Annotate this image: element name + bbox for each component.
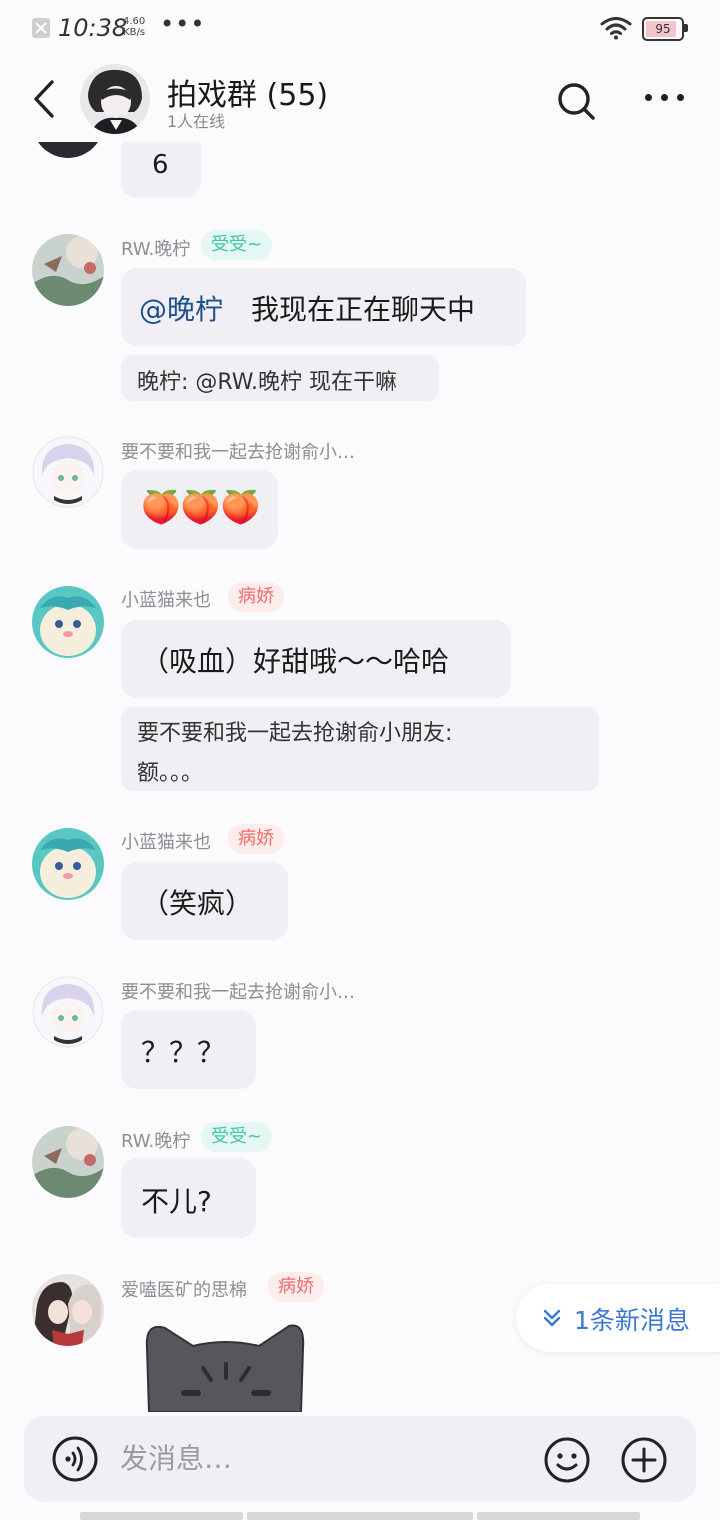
- avatar[interactable]: [32, 828, 104, 900]
- avatar[interactable]: [32, 234, 104, 306]
- message-bubble[interactable]: （吸血）好甜哦～～哈哈: [121, 620, 511, 698]
- avatar[interactable]: [32, 1274, 104, 1346]
- network-speed-unit: KB/s: [123, 27, 146, 38]
- member-title-badge: 病娇: [228, 582, 284, 612]
- sender-name: 小蓝猫来也: [121, 590, 211, 611]
- message-input-bar: [24, 1416, 696, 1502]
- cat-sticker-image[interactable]: [141, 1318, 311, 1412]
- battery-icon: 95: [642, 17, 684, 41]
- add-attachment-icon[interactable]: [620, 1436, 668, 1484]
- message-bubble[interactable]: 6: [121, 142, 201, 198]
- status-more-icon: •••: [160, 10, 206, 38]
- new-message-label: 1条新消息: [574, 1306, 690, 1335]
- message-text: （笑疯）: [141, 887, 254, 920]
- message-bubble[interactable]: （笑疯）: [121, 862, 288, 940]
- message-bubble[interactable]: 🍑🍑🍑: [121, 470, 278, 549]
- member-title-badge: 受受~: [201, 1122, 273, 1152]
- nav-bar-segment: [247, 1512, 473, 1520]
- member-title-badge: 病娇: [228, 824, 284, 854]
- group-avatar[interactable]: [80, 64, 150, 134]
- network-speed-value: 4.60: [123, 16, 146, 27]
- message-text: ？？？: [141, 1036, 226, 1069]
- mention-link[interactable]: @晚柠: [139, 288, 223, 328]
- avatar[interactable]: [32, 436, 104, 508]
- message-text: 6: [152, 150, 169, 180]
- status-time: 10:38: [58, 14, 128, 42]
- voice-input-icon[interactable]: [52, 1436, 98, 1482]
- message-bubble[interactable]: @晚柠 我现在正在聊天中: [121, 268, 526, 346]
- status-bar: 10:38 4.60 KB/s ••• 95: [0, 0, 720, 56]
- sender-name: RW.晚柠: [121, 1131, 191, 1152]
- avatar[interactable]: [32, 1126, 104, 1198]
- sender-name: 要不要和我一起去抢谢俞小…: [121, 442, 355, 463]
- nav-bar-segment: [477, 1512, 640, 1520]
- message-input[interactable]: [120, 1438, 520, 1478]
- new-message-indicator[interactable]: 1条新消息: [516, 1284, 720, 1352]
- quoted-reply[interactable]: 要不要和我一起去抢谢俞小朋友: 额。。。: [121, 707, 599, 791]
- more-options-icon[interactable]: [644, 94, 684, 104]
- message-text: 不儿?: [141, 1185, 212, 1218]
- emoji-icon[interactable]: [543, 1436, 591, 1484]
- avatar[interactable]: [32, 976, 104, 1048]
- quoted-reply-sender: 要不要和我一起去抢谢俞小朋友:: [137, 721, 453, 746]
- double-chevron-down-icon: [543, 1309, 561, 1327]
- search-icon[interactable]: [555, 80, 597, 122]
- sender-name: 小蓝猫来也: [121, 832, 211, 853]
- sender-name: 要不要和我一起去抢谢俞小…: [121, 982, 355, 1003]
- chat-header: 拍戏群 (55) 1人在线: [0, 56, 720, 142]
- message-list[interactable]: 6 RW.晚柠 受受~ @晚柠 我现在正在聊天中 晚柠: @RW.晚柠 现在干嘛…: [0, 142, 720, 1412]
- member-title-badge: 病娇: [268, 1272, 324, 1302]
- nav-bar-segment: [80, 1512, 243, 1520]
- battery-level: 95: [655, 22, 671, 36]
- message-text: （吸血）好甜哦～～哈哈: [141, 645, 450, 678]
- online-count: 1人在线: [167, 112, 226, 131]
- battery-tip: [684, 24, 688, 32]
- peach-emoji-text: 🍑🍑🍑: [141, 488, 261, 526]
- quoted-reply-text: 额。。。: [137, 761, 204, 786]
- message-text: 我现在正在聊天中: [251, 293, 476, 326]
- message-bubble[interactable]: 不儿?: [121, 1158, 256, 1238]
- sender-name: 爱嗑医矿的思棉: [121, 1280, 247, 1301]
- member-title-badge: 受受~: [201, 230, 273, 260]
- avatar[interactable]: [32, 586, 104, 658]
- network-speed: 4.60 KB/s: [123, 16, 145, 38]
- wifi-icon: [600, 17, 632, 40]
- back-arrow-icon[interactable]: [30, 76, 60, 122]
- sender-name: RW.晚柠: [121, 239, 191, 260]
- message-bubble[interactable]: ？？？: [121, 1010, 256, 1089]
- avatar[interactable]: [32, 142, 104, 158]
- notification-close-icon: [32, 18, 50, 38]
- quoted-reply[interactable]: 晚柠: @RW.晚柠 现在干嘛: [121, 355, 439, 401]
- quoted-reply-text: 晚柠: @RW.晚柠 现在干嘛: [137, 370, 398, 395]
